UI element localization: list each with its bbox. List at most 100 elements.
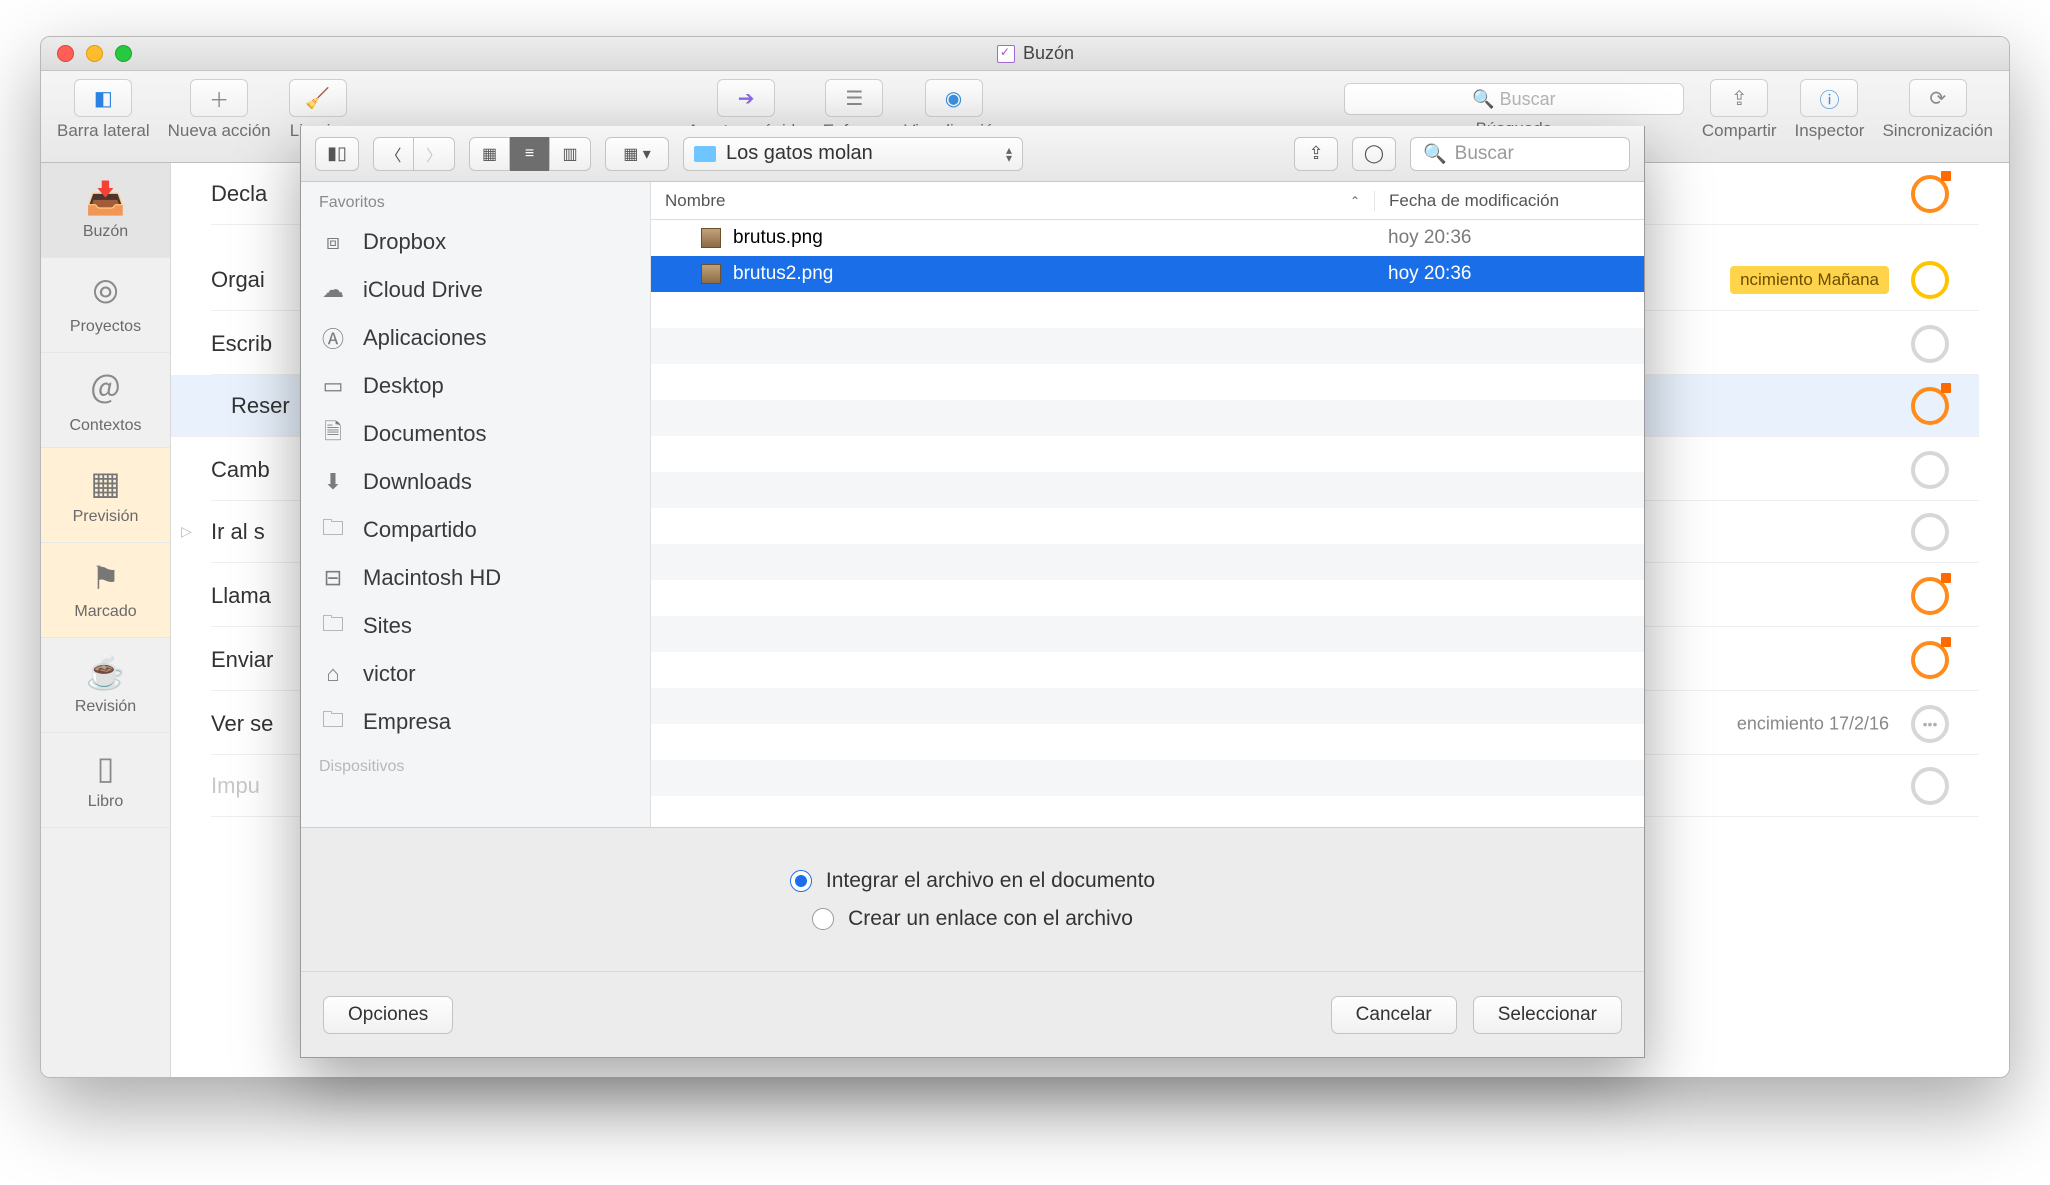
sidebar-item-sites[interactable]: 🗀Sites bbox=[301, 602, 650, 650]
folder-icon bbox=[694, 146, 716, 162]
column-headers: Nombre⌃ Fecha de modificación bbox=[651, 182, 1644, 220]
status-circle[interactable] bbox=[1911, 451, 1949, 489]
sidebar-item-icloud[interactable]: ☁ iCloud Drive bbox=[301, 266, 650, 314]
column-view-button[interactable]: ▥ bbox=[550, 137, 590, 171]
finder-sidebar: Favoritos ⧈Dropbox ☁ iCloud Drive ⒶAplica… bbox=[301, 182, 651, 827]
search-icon: 🔍 bbox=[1423, 142, 1447, 166]
file-name: brutus2.png bbox=[733, 263, 833, 285]
sidebar-item-label: Sites bbox=[363, 613, 412, 639]
nav-book[interactable]: ▯Libro bbox=[41, 733, 170, 828]
file-row-empty bbox=[651, 508, 1644, 544]
file-row-empty bbox=[651, 580, 1644, 616]
file-row-empty bbox=[651, 328, 1644, 364]
sidebar-header-favorites: Favoritos bbox=[301, 182, 650, 218]
forward-button[interactable]: 〉 bbox=[414, 137, 454, 171]
task-title: Reser bbox=[231, 393, 290, 419]
status-circle[interactable] bbox=[1911, 261, 1949, 299]
nav-review-label: Revisión bbox=[75, 698, 136, 716]
status-circle[interactable] bbox=[1911, 513, 1949, 551]
cancel-button[interactable]: Cancelar bbox=[1331, 996, 1457, 1034]
list-view-button[interactable]: ≡ bbox=[510, 137, 550, 171]
nav-review[interactable]: ☕Revisión bbox=[41, 638, 170, 733]
file-row-empty bbox=[651, 652, 1644, 688]
nav-projects[interactable]: ⦾Proyectos bbox=[41, 258, 170, 353]
file-row-empty bbox=[651, 760, 1644, 796]
close-window-button[interactable] bbox=[57, 45, 74, 62]
nav-forecast[interactable]: ▦Previsión bbox=[41, 448, 170, 543]
nav-contexts[interactable]: ＠Contextos bbox=[41, 353, 170, 448]
share-button[interactable]: ⇪ Compartir bbox=[1702, 79, 1777, 141]
options-button[interactable]: Opciones bbox=[323, 996, 453, 1034]
downloads-icon: ⬇ bbox=[319, 469, 347, 495]
sidebar-icon: ◧ bbox=[74, 79, 132, 117]
sidebar-item-documents[interactable]: 🗎Documentos bbox=[301, 410, 650, 458]
new-action-label: Nueva acción bbox=[168, 121, 271, 141]
sidebar-item-desktop[interactable]: ▭Desktop bbox=[301, 362, 650, 410]
sidebar-item-dropbox[interactable]: ⧈Dropbox bbox=[301, 218, 650, 266]
path-popup[interactable]: Los gatos molan ▴▾ bbox=[683, 137, 1023, 171]
list-icon: ☰ bbox=[825, 79, 883, 117]
zoom-window-button[interactable] bbox=[115, 45, 132, 62]
toggle-sidebar-sheet-button[interactable]: ▮▯ bbox=[315, 137, 359, 171]
status-circle[interactable] bbox=[1911, 325, 1949, 363]
sidebar-item-home[interactable]: ⌂victor bbox=[301, 650, 650, 698]
task-title: Enviar bbox=[211, 647, 273, 673]
arrange-button[interactable]: ▦ ▾ bbox=[605, 137, 669, 171]
minimize-window-button[interactable] bbox=[86, 45, 103, 62]
column-modified[interactable]: Fecha de modificación bbox=[1374, 191, 1644, 211]
task-title: Escrib bbox=[211, 331, 272, 357]
status-circle[interactable] bbox=[1911, 175, 1949, 213]
select-button[interactable]: Seleccionar bbox=[1473, 996, 1622, 1034]
toggle-sidebar-button[interactable]: ◧ Barra lateral bbox=[57, 79, 150, 141]
file-rows: brutus.png hoy 20:36 brutus2.png hoy 20:… bbox=[651, 220, 1644, 827]
book-icon: ▯ bbox=[97, 749, 115, 787]
sidebar-item-label: Downloads bbox=[363, 469, 472, 495]
nav-flagged-label: Marcado bbox=[74, 603, 136, 621]
sidebar-item-apps[interactable]: ⒶAplicaciones bbox=[301, 314, 650, 362]
option-embed[interactable]: Integrar el archivo en el documento bbox=[790, 869, 1155, 893]
sidebar-item-shared[interactable]: 🗀Compartido bbox=[301, 506, 650, 554]
sidebar-item-label: iCloud Drive bbox=[363, 277, 483, 303]
status-circle[interactable] bbox=[1911, 387, 1949, 425]
icon-view-button[interactable]: ▦ bbox=[470, 137, 510, 171]
grid-icon: ▦ bbox=[90, 464, 120, 502]
sheet-search-field[interactable]: 🔍 Buscar bbox=[1410, 137, 1630, 171]
file-row-empty bbox=[651, 472, 1644, 508]
status-circle-more[interactable]: ••• bbox=[1911, 705, 1949, 743]
sync-button[interactable]: ⟳ Sincronización bbox=[1882, 79, 1993, 141]
share-sheet-button[interactable]: ⇪ bbox=[1294, 137, 1338, 171]
plus-icon: ＋ bbox=[190, 79, 248, 117]
inspector-button[interactable]: ⓘ Inspector bbox=[1795, 79, 1865, 141]
flag-icon: ⚑ bbox=[91, 559, 120, 597]
status-circle[interactable] bbox=[1911, 767, 1949, 805]
nav-flagged[interactable]: ⚑ Marcado bbox=[41, 543, 170, 638]
sheet-body: Favoritos ⧈Dropbox ☁ iCloud Drive ⒶAplica… bbox=[301, 182, 1644, 827]
tags-button[interactable]: ◯ bbox=[1352, 137, 1396, 171]
file-row-selected[interactable]: brutus2.png hoy 20:36 bbox=[651, 256, 1644, 292]
nav-inbox-label: Buzón bbox=[83, 223, 128, 241]
sheet-search-placeholder: Buscar bbox=[1455, 143, 1514, 165]
folder-icon: 🗀 bbox=[319, 703, 347, 741]
sort-asc-icon: ⌃ bbox=[1350, 194, 1360, 208]
toolbar-search-placeholder: Buscar bbox=[1500, 89, 1556, 110]
status-circle[interactable] bbox=[1911, 641, 1949, 679]
nav-projects-label: Proyectos bbox=[70, 318, 141, 336]
eye-icon: ◉ bbox=[925, 79, 983, 117]
file-name: brutus.png bbox=[733, 227, 823, 249]
option-link[interactable]: Crear un enlace con el archivo bbox=[812, 907, 1133, 931]
cloud-icon: ☁ bbox=[319, 277, 347, 303]
task-title: Impu bbox=[211, 773, 260, 799]
nav-inbox[interactable]: 📥Buzón bbox=[41, 163, 170, 258]
sidebar-item-downloads[interactable]: ⬇ Downloads bbox=[301, 458, 650, 506]
share-label: Compartir bbox=[1702, 121, 1777, 141]
sidebar-item-empresa[interactable]: 🗀Empresa bbox=[301, 698, 650, 746]
column-name[interactable]: Nombre⌃ bbox=[651, 191, 1374, 211]
status-circle[interactable] bbox=[1911, 577, 1949, 615]
file-row[interactable]: brutus.png hoy 20:36 bbox=[651, 220, 1644, 256]
sidebar-item-label: victor bbox=[363, 661, 416, 687]
back-button[interactable]: 〈 bbox=[374, 137, 414, 171]
disclosure-triangle-icon[interactable]: ▷ bbox=[181, 523, 192, 540]
sidebar-item-hd[interactable]: ⊟Macintosh HD bbox=[301, 554, 650, 602]
new-action-button[interactable]: ＋ Nueva acción bbox=[168, 79, 271, 141]
window-title: Buzón bbox=[132, 43, 1939, 64]
